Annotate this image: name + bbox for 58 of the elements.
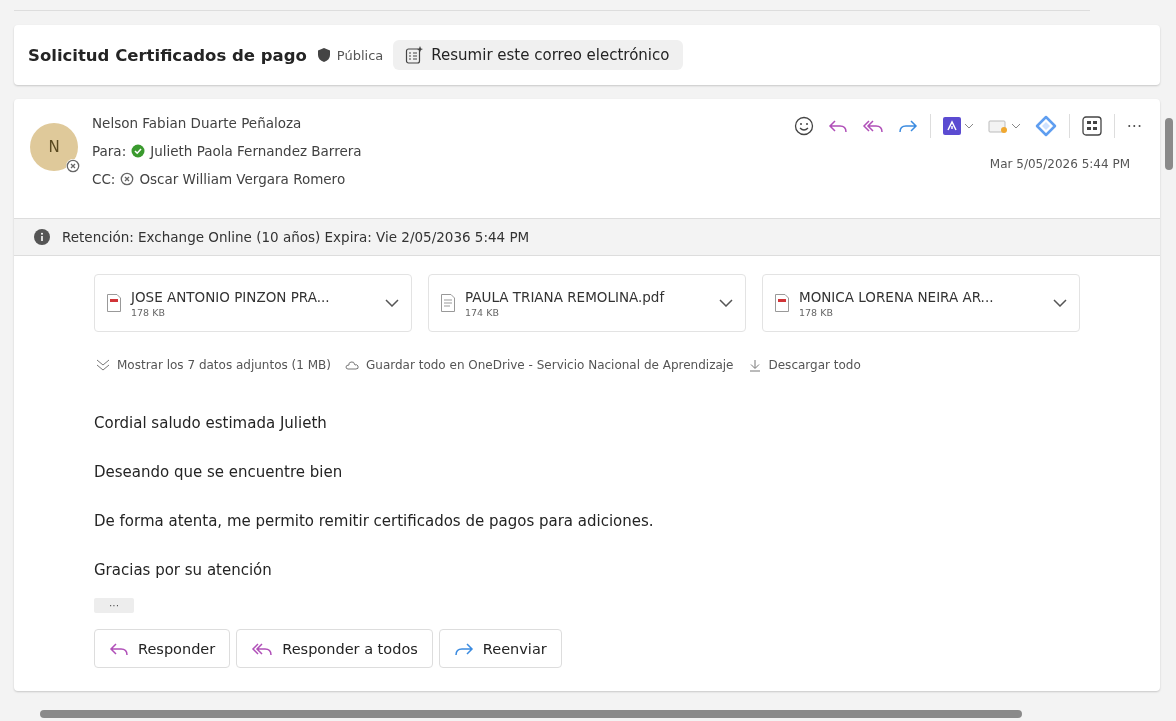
reply-all-icon bbox=[861, 118, 884, 134]
summarize-button[interactable]: Resumir este correo electrónico bbox=[393, 40, 684, 70]
chevron-down-icon bbox=[1053, 299, 1067, 307]
retention-policy: Retención: Exchange Online (10 años) Expira: Vie 2/05/2036 5:44 PM bbox=[62, 229, 530, 245]
attachment-size: 174 KB bbox=[465, 306, 500, 318]
smiley-icon bbox=[793, 116, 814, 136]
pdf-file-icon bbox=[775, 294, 789, 312]
attachment-card[interactable]: MONICA LORENA NEIRA AR... 178 KB bbox=[762, 274, 1080, 332]
info-icon bbox=[34, 229, 50, 245]
pdf-icon bbox=[942, 117, 961, 135]
shield-icon bbox=[316, 47, 331, 63]
recipient-label: CC: bbox=[92, 171, 116, 187]
download-icon bbox=[747, 358, 762, 372]
more-button[interactable]: ··· bbox=[1124, 114, 1144, 138]
recipient-label: Para: bbox=[92, 143, 127, 159]
apps-button[interactable] bbox=[1079, 114, 1104, 138]
scrollbar-thumb[interactable] bbox=[1165, 118, 1173, 170]
sender-name: Nelson Fabian Duarte Peñaloza bbox=[92, 115, 303, 131]
reply-button[interactable]: Responder bbox=[94, 629, 231, 668]
attachment-size: 178 KB bbox=[131, 306, 166, 318]
forward-icon bbox=[897, 118, 918, 134]
cloud-icon bbox=[345, 358, 359, 372]
reply-icon bbox=[827, 118, 848, 134]
download-all-link[interactable]: Descargar todo bbox=[747, 358, 861, 372]
sender-avatar: N bbox=[30, 123, 78, 171]
body-paragraph: Gracias por su atención bbox=[94, 561, 273, 580]
body-paragraph: Deseando que se encuentre bien bbox=[94, 463, 344, 482]
recipient-name[interactable]: Oscar William Vergara Romero bbox=[139, 171, 346, 187]
chevron-down-icon bbox=[385, 299, 399, 307]
double-chevron-icon bbox=[96, 358, 110, 372]
pdf-button[interactable] bbox=[940, 115, 976, 137]
attachment-size: 178 KB bbox=[799, 306, 834, 318]
reply-icon bbox=[109, 640, 129, 657]
attachment-card[interactable]: PAULA TRIANA REMOLINA.pdf 174 KB bbox=[428, 274, 746, 332]
pdf-file-icon bbox=[107, 294, 121, 312]
show-more-button[interactable]: ··· bbox=[94, 598, 134, 613]
sensitivity-label: Pública bbox=[336, 47, 384, 63]
save-to-cloud-link[interactable]: Guardar todo en OneDrive - Servicio Nacional de Aprendizaje bbox=[345, 358, 734, 372]
forward-icon bbox=[453, 640, 474, 657]
show-attachments-link[interactable]: Mostrar los 7 datos adjuntos (1 MB) bbox=[96, 358, 331, 372]
body-paragraph: De forma atenta, me permito remitir certificados de pagos para adiciones. bbox=[94, 512, 655, 531]
reply-all-icon bbox=[251, 640, 274, 657]
recipient-name[interactable]: Julieth Paola Fernandez Barrera bbox=[150, 143, 362, 159]
scrollbar-thumb[interactable] bbox=[40, 710, 1022, 718]
pdf-file-icon bbox=[441, 294, 455, 312]
attachment-name: JOSE ANTONIO PINZON PRA... bbox=[131, 288, 331, 305]
apps-icon bbox=[1081, 116, 1102, 136]
label-icon bbox=[987, 118, 1008, 134]
summary-icon bbox=[405, 46, 424, 64]
attachment-name: MONICA LORENA NEIRA AR... bbox=[799, 288, 995, 305]
body-paragraph: Cordial saludo estimada Julieth bbox=[94, 414, 328, 433]
sent-date: Mar 5/05/2026 5:44 PM bbox=[989, 157, 1130, 171]
chevron-down-icon bbox=[719, 299, 733, 307]
forward-button[interactable]: Reenviar bbox=[438, 629, 562, 668]
attachment-name: PAULA TRIANA REMOLINA.pdf bbox=[465, 288, 666, 305]
reply-all-button[interactable]: Responder a todos bbox=[236, 629, 433, 668]
attachment-card[interactable]: JOSE ANTONIO PINZON PRA... 178 KB bbox=[94, 274, 412, 332]
email-subject: Solicitud Certificados de pago bbox=[28, 45, 307, 65]
